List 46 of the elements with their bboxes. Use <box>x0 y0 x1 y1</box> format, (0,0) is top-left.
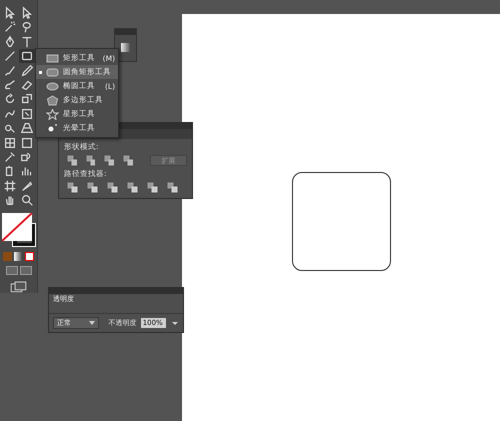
perspective-grid-icon <box>20 121 34 136</box>
line-icon <box>3 49 17 64</box>
selection-arrow-icon <box>3 6 17 20</box>
rounded-rectangle-icon <box>46 66 59 78</box>
gradient-mode-icon[interactable] <box>14 252 23 262</box>
free-transform-icon <box>20 106 34 121</box>
polygon-icon <box>46 94 59 106</box>
flare-icon <box>46 122 59 134</box>
none-mode-icon[interactable] <box>25 252 34 262</box>
direct-selection-arrow-icon <box>20 6 34 20</box>
pathfinder-icon[interactable] <box>67 182 78 193</box>
pathfinder-icon[interactable] <box>107 182 118 193</box>
gradient-swatch[interactable] <box>121 43 130 52</box>
artboard-icon <box>3 178 17 193</box>
eyedropper-icon <box>3 150 17 164</box>
pathfinder-icon[interactable] <box>127 182 138 193</box>
tool-button[interactable] <box>18 63 36 78</box>
shape-mode-icon[interactable] <box>104 155 114 166</box>
lasso-icon <box>20 20 34 34</box>
magic-wand-icon <box>3 20 17 34</box>
draw-mode-icon[interactable] <box>6 266 18 276</box>
zoom-icon <box>20 193 34 208</box>
slice-icon <box>20 178 34 193</box>
rectangle-icon <box>46 52 59 64</box>
draw-mode-icon[interactable] <box>20 266 32 276</box>
caret-icon <box>88 320 95 326</box>
screen-mode-icon[interactable] <box>10 281 28 293</box>
pathfinder-icon[interactable] <box>167 182 178 193</box>
pen-icon <box>3 34 17 49</box>
star-icon <box>46 108 59 120</box>
shape-mode-icon[interactable] <box>123 155 133 166</box>
shape-mode-icon[interactable] <box>86 155 96 166</box>
tool-button[interactable] <box>18 120 36 136</box>
pathfinder-icon[interactable] <box>147 182 158 193</box>
color-mode-icon[interactable] <box>3 252 12 262</box>
tool-button[interactable] <box>18 49 36 64</box>
blob-brush-icon <box>3 78 17 92</box>
pathfinder-icon[interactable] <box>87 182 98 193</box>
eraser-icon <box>20 78 34 92</box>
ellipse-icon <box>46 80 59 92</box>
mesh-icon <box>3 136 17 150</box>
brush-icon <box>3 64 17 78</box>
pencil-icon <box>20 64 34 78</box>
fill-stroke-icon[interactable] <box>2 213 36 248</box>
type-icon <box>20 34 34 49</box>
shape-mode-icon[interactable] <box>67 155 77 166</box>
